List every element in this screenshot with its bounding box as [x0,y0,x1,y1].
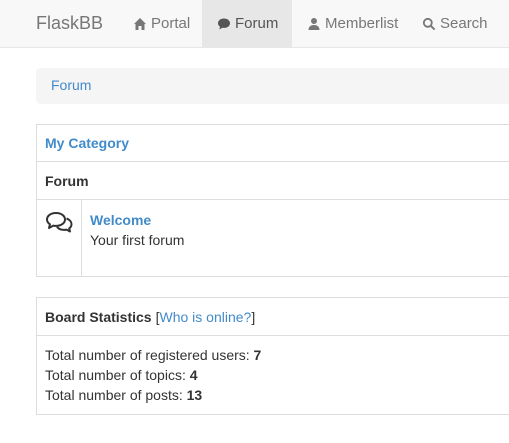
category-title-link[interactable]: My Category [45,135,129,151]
board-stats-body: Total number of registered users: 7 Tota… [37,336,509,414]
forum-info: Welcome Your first forum [82,200,192,276]
stat-line: Total number of topics: 4 [45,365,507,385]
home-icon [133,17,147,31]
comments-icon [45,211,73,276]
nav-item-label: Search [440,15,488,32]
forum-icon-cell [37,200,82,276]
bracket-close: ] [251,308,256,325]
breadcrumb: Forum [36,68,509,104]
forum-column-header: Forum [37,162,509,200]
navbar: FlaskBB Portal Forum Memberlist Search [0,0,509,48]
forum-description: Your first forum [90,232,185,248]
nav-item-label: Memberlist [325,15,399,32]
nav-item-memberlist[interactable]: Memberlist [292,0,413,47]
stat-value: 7 [253,347,262,363]
nav-item-portal[interactable]: Portal [118,0,205,47]
stat-label: Total number of posts: [45,387,187,403]
forum-name-link[interactable]: Welcome [90,212,151,228]
stat-label: Total number of registered users: [45,347,254,363]
comment-icon [217,17,231,31]
who-is-online-link[interactable]: Who is online? [159,309,251,325]
stat-value: 4 [189,367,198,383]
category-header: My Category [37,125,509,162]
user-icon [307,17,321,31]
brand-link[interactable]: FlaskBB [36,13,103,34]
board-stats-panel: Board Statistics [Who is online?] Total … [36,297,509,415]
nav-item-label: Forum [235,15,279,32]
board-stats-title: Board Statistics [45,308,152,325]
search-icon [422,17,436,31]
stat-value: 13 [186,387,203,403]
category-panel: My Category Forum Welcome Your first for… [36,124,509,277]
board-stats-header: Board Statistics [Who is online?] [37,298,509,336]
stat-line: Total number of registered users: 7 [45,345,507,365]
nav-item-forum[interactable]: Forum [202,0,292,47]
breadcrumb-forum-link[interactable]: Forum [51,77,91,93]
forum-row: Welcome Your first forum [37,200,509,276]
stat-line: Total number of posts: 13 [45,385,507,405]
nav-item-label: Portal [151,15,191,32]
nav-item-search[interactable]: Search [407,0,503,47]
stat-label: Total number of topics: [45,367,190,383]
forum-column-label: Forum [45,172,89,189]
